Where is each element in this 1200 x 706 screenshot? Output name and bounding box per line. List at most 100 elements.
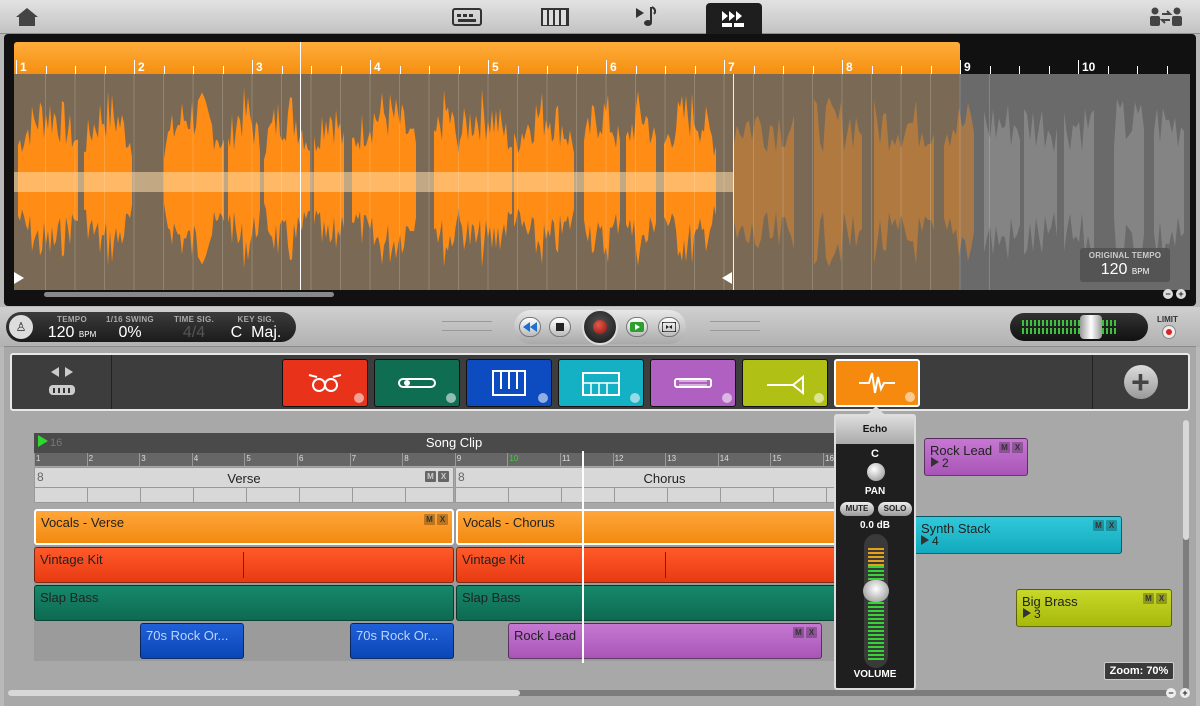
waveform-zoom-out-button[interactable]: −: [1163, 289, 1173, 299]
mute-toggle[interactable]: M: [424, 514, 435, 525]
arrangement-playhead[interactable]: [582, 451, 584, 663]
original-tempo-label: ORIGINAL TEMPO: [1088, 251, 1162, 260]
waveform-segment: [814, 97, 862, 267]
stop-button[interactable]: [549, 317, 571, 337]
clip-slap-bass[interactable]: Slap Bass: [456, 585, 874, 621]
piano-roll-icon[interactable]: [538, 3, 572, 31]
bar-number: 16: [825, 454, 834, 463]
volume-label: VOLUME: [853, 669, 897, 680]
instrument-options-icon[interactable]: [814, 393, 824, 403]
mute-toggle[interactable]: M: [1093, 520, 1104, 531]
instrument-options-icon[interactable]: [538, 393, 548, 403]
instrument-brass-button[interactable]: [742, 359, 828, 407]
pan-knob[interactable]: [867, 463, 885, 481]
keyboard-view-icon[interactable]: [450, 3, 484, 31]
clip-slap-bass[interactable]: Slap Bass: [34, 585, 454, 621]
arrangement-zoom-in-button[interactable]: +: [1180, 688, 1190, 698]
bar-ruler[interactable]: 1 2 3 4 5 6 7 8 9 10 11 12 13 14 15 16: [34, 453, 874, 466]
ruler-bar-number: 6: [610, 60, 617, 74]
loop-button[interactable]: [658, 317, 680, 337]
mute-toggle[interactable]: M: [999, 442, 1010, 453]
limit-button[interactable]: [1162, 325, 1176, 339]
instrument-bass-guitar-button[interactable]: [650, 359, 736, 407]
fast-forward-icon[interactable]: [706, 3, 762, 34]
delete-button[interactable]: X: [438, 471, 449, 482]
instrument-synth-button[interactable]: [558, 359, 644, 407]
timeline-ruler[interactable]: 1 2 3 4 5 6 7 8 9 10: [14, 42, 1190, 74]
mute-toggle[interactable]: M: [425, 471, 436, 482]
rewind-button[interactable]: [519, 317, 541, 337]
instrument-options-icon[interactable]: [354, 393, 364, 403]
loop-start-marker[interactable]: [14, 272, 26, 284]
add-instrument-button[interactable]: +: [1092, 355, 1188, 409]
users-swap-icon[interactable]: [1146, 3, 1186, 31]
playhead[interactable]: [300, 42, 301, 290]
mute-toggle[interactable]: M: [1143, 593, 1154, 604]
bar-number: 1: [36, 454, 41, 463]
time-signature-display[interactable]: TIME SIG. 4/4: [166, 315, 222, 341]
delete-button[interactable]: X: [1106, 520, 1117, 531]
delete-button[interactable]: X: [1156, 593, 1167, 604]
section-chorus[interactable]: 8 Chorus: [455, 467, 874, 503]
clip-vocals-verse[interactable]: Vocals - Verse MX: [34, 509, 454, 545]
metronome-icon[interactable]: ♙: [9, 315, 33, 339]
record-button[interactable]: [582, 309, 618, 345]
scroll-thumb[interactable]: [8, 690, 520, 696]
section-verse[interactable]: 8 Verse MX: [34, 467, 454, 503]
clip-70s-rock-organ[interactable]: 70s Rock Or...: [140, 623, 244, 659]
delete-button[interactable]: X: [1012, 442, 1023, 453]
waveform-area[interactable]: [14, 74, 1190, 290]
instrument-options-icon[interactable]: [446, 393, 456, 403]
solo-button[interactable]: SOLO: [878, 502, 912, 516]
home-icon[interactable]: [12, 3, 42, 31]
key-signature-display[interactable]: KEY SIG. C Maj.: [226, 315, 286, 341]
instrument-keyboard-button[interactable]: [466, 359, 552, 407]
delete-button[interactable]: X: [437, 514, 448, 525]
master-volume-knob[interactable]: [1080, 315, 1102, 339]
scroll-thumb[interactable]: [1183, 420, 1189, 540]
bar-line: [349, 453, 351, 466]
music-note-icon[interactable]: [630, 3, 660, 31]
instrument-options-icon[interactable]: [722, 393, 732, 403]
swing-display[interactable]: 1/16 SWING 0%: [102, 315, 158, 341]
play-button[interactable]: [626, 317, 648, 337]
clip-70s-rock-organ[interactable]: 70s Rock Or...: [350, 623, 454, 659]
bar-line: [86, 453, 88, 466]
clip-vintage-kit[interactable]: Vintage Kit: [456, 547, 874, 583]
instrument-options-icon[interactable]: [905, 392, 915, 402]
tempo-display[interactable]: TEMPO 120 BPM: [44, 315, 100, 343]
swing-value: 0%: [118, 324, 142, 341]
delete-button[interactable]: X: [806, 627, 817, 638]
brass-icon: [767, 374, 804, 396]
arrangement-zoom-out-button[interactable]: −: [1166, 688, 1176, 698]
clip-vocals-chorus[interactable]: Vocals - Chorus: [456, 509, 874, 545]
instrument-options-icon[interactable]: [630, 393, 640, 403]
instrument-vocal-wave-button[interactable]: [834, 359, 920, 407]
vertical-scrollbar[interactable]: [1183, 420, 1189, 690]
ruler-beat-tick: [576, 66, 578, 74]
side-clip-big-brass[interactable]: Big Brass 3 MX: [1016, 589, 1172, 627]
side-clip-synth-stack[interactable]: Synth Stack 4 MX: [914, 516, 1122, 554]
clip-rock-lead[interactable]: Rock Lead MX: [508, 623, 822, 659]
instrument-guitar-button[interactable]: [374, 359, 460, 407]
waveform-segment: [944, 103, 974, 261]
side-clip-rock-lead[interactable]: Rock Lead 2 MX: [924, 438, 1028, 476]
clip-vintage-kit[interactable]: Vintage Kit: [34, 547, 454, 583]
loop-icon: [662, 322, 676, 332]
loop-region[interactable]: [14, 42, 960, 74]
instrument-drums-button[interactable]: [282, 359, 368, 407]
swing-label: 1/16 SWING: [106, 315, 154, 324]
waveform-zoom-in-button[interactable]: +: [1176, 289, 1186, 299]
ruler-bar-number: 8: [846, 60, 853, 74]
song-clip-bar[interactable]: 16 Song Clip: [34, 433, 874, 453]
zoom-level[interactable]: Zoom: 70%: [1104, 662, 1174, 680]
arrows-icon[interactable]: [46, 365, 78, 401]
volume-fader-knob[interactable]: [863, 580, 889, 602]
horizontal-scrollbar[interactable]: [8, 690, 1170, 696]
mute-button[interactable]: MUTE: [840, 502, 874, 516]
mute-toggle[interactable]: M: [793, 627, 804, 638]
ruler-beat-tick: [901, 66, 902, 74]
waveform-scrollbar[interactable]: [44, 292, 334, 297]
ruler-beat-tick: [753, 66, 755, 74]
tempo-value: 120: [47, 324, 75, 341]
